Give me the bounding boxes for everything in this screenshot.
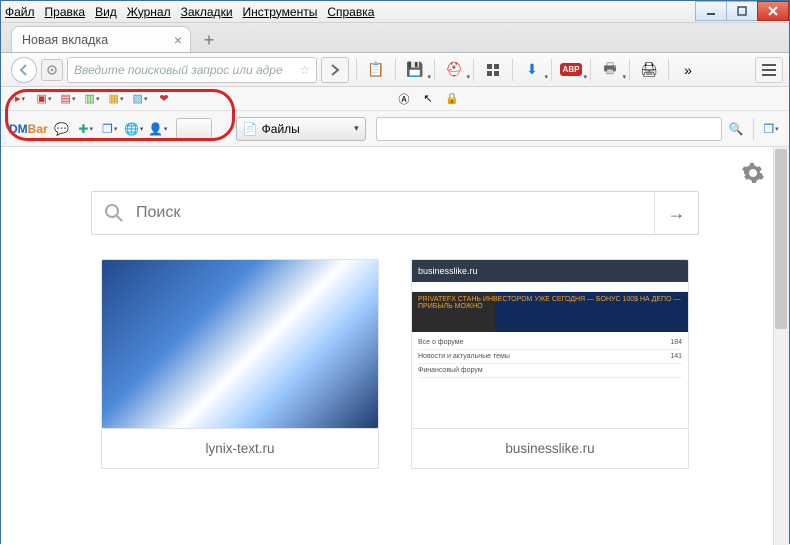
big-search: → (91, 191, 699, 235)
tab-title: Новая вкладка (22, 33, 108, 47)
dmbar-windows-icon[interactable]: ❐▾ (100, 119, 120, 139)
small-tool-4[interactable]: ▥▾ (83, 91, 101, 107)
page-icon: 📄 (243, 122, 258, 136)
separator (753, 118, 754, 140)
address-placeholder: Введите поисковый запрос или адре (74, 63, 283, 77)
dmbar-search-input[interactable] (376, 117, 722, 141)
navigation-toolbar: Введите поисковый запрос или адре ☆ 📋 💾▾… (1, 53, 789, 87)
window-close-button[interactable] (757, 1, 789, 21)
chevron-down-icon: ▾ (622, 73, 626, 81)
printer-icon[interactable]: 🖨 (637, 58, 661, 82)
tile-1-caption: lynix-text.ru (101, 429, 379, 469)
chevron-down-icon: ▾ (466, 73, 470, 81)
gear-icon[interactable] (741, 161, 765, 185)
dmbar-search-icon[interactable]: 🔍 (726, 119, 746, 139)
window-minimize-button[interactable] (695, 1, 727, 21)
small-tool-2[interactable]: ▣▾ (35, 91, 53, 107)
dmbar-chat-icon[interactable]: 💬 (52, 119, 72, 139)
menu-history[interactable]: Журнал (127, 5, 171, 19)
small-tool-6[interactable]: ▧▾ (131, 91, 149, 107)
tab-strip: Новая вкладка × + (1, 23, 789, 53)
menu-bar: Файл Правка Вид Журнал Закладки Инструме… (1, 1, 789, 23)
identity-button[interactable] (41, 59, 63, 81)
go-button[interactable] (321, 57, 349, 83)
abp-icon[interactable]: ABP▾ (559, 58, 583, 82)
print-icon[interactable]: 🖶▾ (598, 58, 622, 82)
new-tab-button[interactable]: + (197, 28, 221, 52)
separator (590, 59, 591, 81)
separator (356, 59, 357, 81)
tile-2-banner: PRIVATEFX СТАНЬ ИНВЕСТОРОМ УЖЕ СЕГОДНЯ —… (412, 292, 688, 332)
tiles-icon[interactable] (481, 58, 505, 82)
chevron-down-icon: ▾ (354, 123, 359, 134)
dmbar-add-icon[interactable]: ✚▾ (76, 119, 96, 139)
dmbar-layers-icon[interactable]: ❒▾ (761, 119, 781, 139)
search-go-button[interactable]: → (654, 192, 698, 234)
text-style-icon[interactable]: Ⓐ (395, 91, 413, 107)
separator (629, 59, 630, 81)
lock-icon[interactable]: 🔒 (443, 91, 461, 107)
small-tool-7[interactable]: ❤ (155, 91, 173, 107)
back-button[interactable] (11, 57, 37, 83)
save-icon[interactable]: 💾▾ (403, 58, 427, 82)
separator (395, 59, 396, 81)
search-input[interactable] (136, 204, 654, 222)
vertical-scrollbar[interactable] (773, 147, 789, 545)
search-icon (92, 203, 136, 223)
chevron-down-icon: ▾ (583, 73, 587, 81)
menu-tools[interactable]: Инструменты (243, 5, 318, 19)
tile-2-caption: businesslike.ru (411, 429, 689, 469)
chevron-down-icon: ▾ (544, 73, 548, 81)
separator (473, 59, 474, 81)
menu-bookmarks[interactable]: Закладки (181, 5, 233, 19)
address-bar[interactable]: Введите поисковый запрос или адре ☆ (67, 57, 317, 83)
tile-1[interactable]: lynix-text.ru (101, 259, 379, 469)
tile-2[interactable]: businesslike.ru PRIVATEFX СТАНЬ ИНВЕСТОР… (411, 259, 689, 469)
menu-edit[interactable]: Правка (45, 5, 86, 19)
dmbar-blank-button[interactable] (176, 118, 212, 140)
bookmark-star-icon[interactable]: ☆ (299, 63, 310, 77)
tile-2-header: businesslike.ru (412, 260, 688, 282)
secondary-toolbar: ▸▾ ▣▾ ▤▾ ▥▾ ▦▾ ▧▾ ❤ Ⓐ ↖ 🔒 (1, 87, 789, 111)
tile-1-thumbnail (101, 259, 379, 429)
menu-help[interactable]: Справка (327, 5, 374, 19)
overflow-icon[interactable]: » (676, 58, 700, 82)
separator (434, 59, 435, 81)
window-buttons (696, 1, 789, 21)
dmbar-toolbar: DMBar 💬 ✚▾ ❐▾ 🌐▾ 👤▾ 📄 Файлы ▾ 🔍 ❒▾ (1, 111, 789, 147)
scrollbar-thumb[interactable] (775, 149, 787, 329)
window-maximize-button[interactable] (726, 1, 758, 21)
small-tool-3[interactable]: ▤▾ (59, 91, 77, 107)
speed-dial-tiles: lynix-text.ru businesslike.ru PRIVATEFX … (1, 259, 789, 469)
medical-icon[interactable]: ⛑▾ (442, 58, 466, 82)
menu-file[interactable]: Файл (5, 5, 35, 19)
small-tool-5[interactable]: ▦▾ (107, 91, 125, 107)
menu-view[interactable]: Вид (95, 5, 117, 19)
small-tool-1[interactable]: ▸▾ (11, 91, 29, 107)
download-arrow-icon[interactable]: ⬇▾ (520, 58, 544, 82)
tile-2-thumbnail: businesslike.ru PRIVATEFX СТАНЬ ИНВЕСТОР… (411, 259, 689, 429)
tab-close-icon[interactable]: × (174, 32, 182, 48)
page-content: → lynix-text.ru businesslike.ru PRIVATEF… (1, 147, 789, 545)
dmbar-user-icon[interactable]: 👤▾ (148, 119, 168, 139)
separator (551, 59, 552, 81)
chevron-down-icon: ▾ (427, 73, 431, 81)
clipboard-icon[interactable]: 📋 (364, 58, 388, 82)
dmbar-label: DMBar (9, 122, 48, 136)
files-dropdown[interactable]: 📄 Файлы ▾ (236, 117, 366, 141)
tab-new[interactable]: Новая вкладка × (11, 26, 191, 52)
separator (512, 59, 513, 81)
cursor-icon[interactable]: ↖ (419, 91, 437, 107)
files-label: Файлы (262, 122, 300, 136)
separator (668, 59, 669, 81)
hamburger-menu-button[interactable] (755, 57, 783, 83)
dmbar-globe-icon[interactable]: 🌐▾ (124, 119, 144, 139)
